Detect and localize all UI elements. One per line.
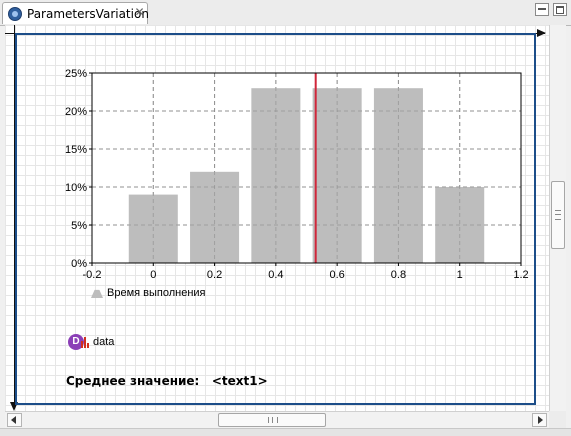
editor-tab-bar: ParametersVariation ✕ bbox=[0, 0, 571, 26]
tab-parameters-variation[interactable]: ParametersVariation ✕ bbox=[2, 2, 149, 24]
y-tick-label: 0% bbox=[71, 258, 87, 270]
scroll-left-icon[interactable] bbox=[7, 413, 22, 427]
histogram-chart[interactable]: -0.2 0 0.2 0.4 0.6 0.8 1 1.2 0% 5% 10% 15% 20% 25% bbox=[50, 65, 530, 297]
maximize-icon[interactable] bbox=[553, 3, 567, 16]
vertical-scroll-thumb[interactable] bbox=[551, 181, 565, 249]
grip-icon bbox=[268, 417, 278, 423]
legend-label: Время выполнения bbox=[107, 287, 206, 299]
y-tick-label: 20% bbox=[65, 106, 87, 118]
scroll-corner bbox=[549, 411, 566, 428]
horizontal-scroll-thumb[interactable] bbox=[218, 413, 326, 427]
x-tick-label: 0.6 bbox=[329, 269, 344, 281]
editor-canvas[interactable]: -0.2 0 0.2 0.4 0.6 0.8 1 1.2 0% 5% 10% 15% 20% 25% Вр… bbox=[5, 25, 549, 411]
x-tick-label: 0 bbox=[150, 269, 156, 281]
tab-title: ParametersVariation bbox=[27, 7, 149, 21]
data-element-label: data bbox=[93, 336, 115, 348]
vertical-scrollbar[interactable] bbox=[549, 25, 566, 411]
x-tick-label: 0.2 bbox=[207, 269, 222, 281]
x-axis-arrow-icon bbox=[537, 29, 546, 37]
minimize-icon[interactable] bbox=[535, 3, 549, 16]
x-tick-label: -0.2 bbox=[83, 269, 102, 281]
y-tick-label: 5% bbox=[71, 220, 87, 232]
grip-icon bbox=[555, 210, 561, 220]
scroll-right-icon[interactable] bbox=[532, 413, 547, 427]
dataset-bars-icon bbox=[81, 336, 89, 348]
y-tick-label: 15% bbox=[65, 144, 87, 156]
y-tick-label: 10% bbox=[65, 182, 87, 194]
close-icon[interactable]: ✕ bbox=[133, 6, 146, 19]
y-tick-label: 25% bbox=[65, 68, 87, 80]
x-tick-label: 0.4 bbox=[268, 269, 283, 281]
x-tick-label: 1 bbox=[457, 269, 463, 281]
experiment-icon bbox=[8, 7, 22, 21]
x-tick-label: 0.8 bbox=[391, 269, 406, 281]
horizontal-scrollbar[interactable] bbox=[5, 411, 549, 428]
mean-value-text[interactable]: Среднее значение: <text1> bbox=[66, 374, 268, 388]
x-tick-label: 1.2 bbox=[513, 269, 528, 281]
